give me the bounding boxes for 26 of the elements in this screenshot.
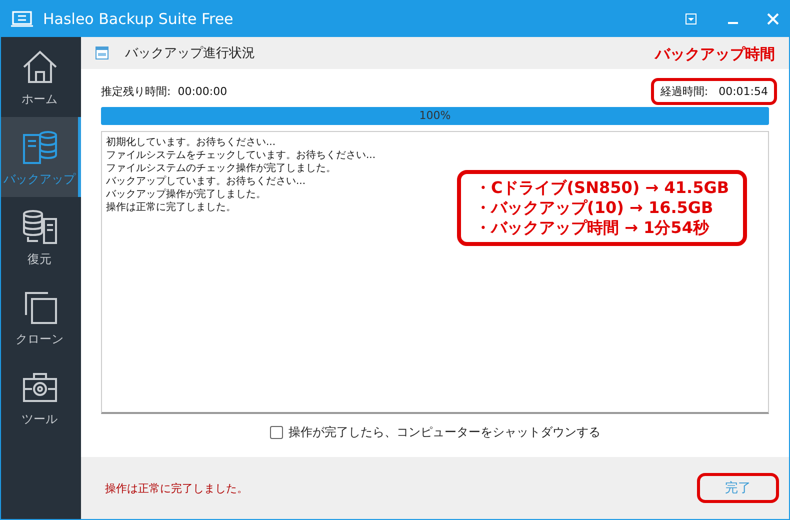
shutdown-checkbox[interactable] — [270, 426, 282, 439]
elapsed-time: 経過時間: 00:01:54 — [651, 78, 777, 104]
annotation-note: ・Cドライブ(SN850) → 41.5GB — [475, 178, 730, 198]
log-line: 操作は正常に完了しました。 — [106, 201, 236, 214]
log-line: ファイルシステムをチェックしています。お待ちください... — [106, 149, 376, 162]
log-line: ファイルシステムのチェック操作が完了しました。 — [106, 162, 336, 175]
nav-item[interactable]: ホーム — [1, 37, 81, 117]
close-icon[interactable] — [767, 13, 779, 25]
annotation-heading: バックアップ時間 — [655, 45, 775, 64]
progress-reading: 100% — [419, 109, 451, 122]
section-title: バックアップ進行状況 — [125, 45, 255, 62]
menu-dropdown-icon[interactable] — [685, 13, 697, 25]
nav-item[interactable]: クローン — [1, 277, 81, 357]
window-title: Hasleo Backup Suite Free — [43, 10, 234, 28]
nav-item[interactable]: ツール — [1, 357, 81, 437]
log-line: 初期化しています。お待ちください... — [106, 136, 276, 149]
annotation-note: ・バックアップ時間 → 1分54秒 — [475, 218, 710, 238]
annotation-note: ・バックアップ(10) → 16.5GB — [475, 198, 714, 218]
log-line: バックアップ操作が完了しました。 — [106, 188, 266, 201]
progress-window-icon — [95, 46, 109, 60]
remaining-time: 推定残り時間: 00:00:00 — [101, 84, 228, 98]
status-message: 操作は正常に完了しました。 — [105, 480, 248, 496]
log-line: バックアップしています。お待ちください... — [106, 175, 306, 188]
app-logo-icon — [11, 11, 33, 27]
checkbox-label: 操作が完了したら、コンピューターをシャットダウンする — [288, 424, 600, 441]
nav-item[interactable]: 復元 — [1, 197, 81, 277]
